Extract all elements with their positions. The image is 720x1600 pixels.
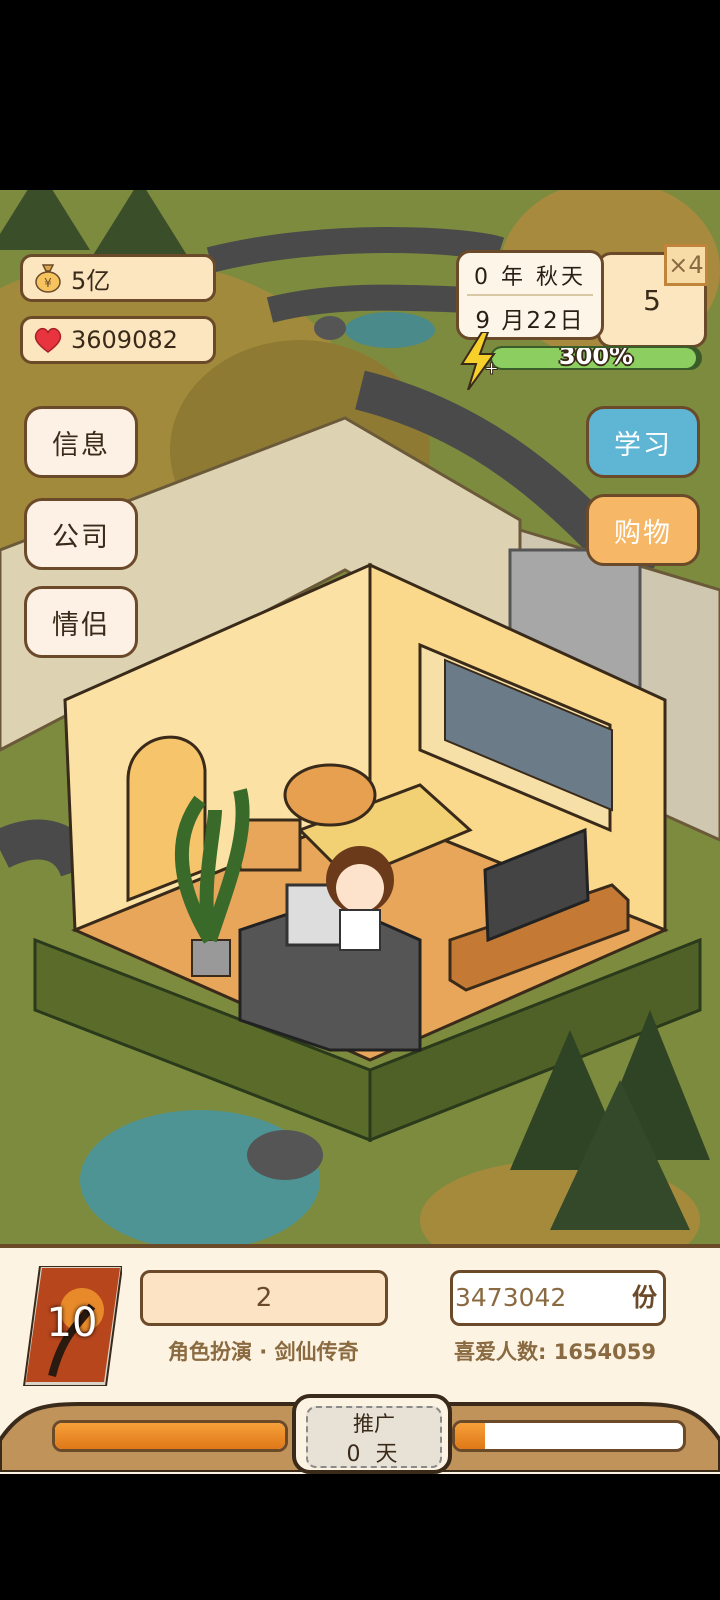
speed-multiplier-button[interactable]: ×4 <box>664 244 708 286</box>
company-button[interactable]: 公司 <box>24 498 138 570</box>
svg-text:¥: ¥ <box>44 276 52 290</box>
money-display: ¥ 5亿 <box>20 254 216 302</box>
hearts-display: 3609082 <box>20 316 216 364</box>
date-display: 0 年 秋天 9 月22日 <box>456 250 604 340</box>
svg-text:+: + <box>484 358 499 379</box>
month-day: 9 月22日 <box>475 308 585 334</box>
promotion-title: 推广 <box>353 1412 395 1436</box>
left-progress-bar <box>52 1420 288 1452</box>
money-value: 5亿 <box>71 266 111 295</box>
work-count-field: 2 <box>140 1270 388 1326</box>
promotion-button[interactable]: 推广 0 天 <box>292 1394 452 1474</box>
work-title: 角色扮演 · 剑仙传奇 <box>168 1340 359 1364</box>
fans-count: 喜爱人数: 1654059 <box>454 1340 656 1364</box>
lightning-plus-icon[interactable]: + <box>460 331 500 391</box>
partner-button[interactable]: 情侣 <box>24 586 138 658</box>
energy-label: 300% <box>558 346 634 370</box>
copies-unit: 份 <box>631 1283 657 1312</box>
left-progress-fill <box>55 1423 285 1449</box>
date-divider <box>467 294 593 296</box>
copies-value: 3473042 <box>455 1283 567 1312</box>
speed-value: 5 <box>643 283 661 317</box>
book-number: 10 <box>46 1300 98 1346</box>
right-progress-bar <box>452 1420 686 1452</box>
money-bag-icon: ¥ <box>33 263 63 293</box>
shop-button[interactable]: 购物 <box>586 494 700 566</box>
copies-field: 3473042 份 <box>450 1270 666 1326</box>
promotion-inner: 推广 0 天 <box>306 1406 442 1468</box>
heart-icon <box>33 325 63 355</box>
info-button[interactable]: 信息 <box>24 406 138 478</box>
hearts-value: 3609082 <box>71 326 178 354</box>
promotion-days: 0 天 <box>346 1442 402 1467</box>
study-button[interactable]: 学习 <box>586 406 700 478</box>
year-season: 0 年 秋天 <box>474 265 586 290</box>
right-progress-fill <box>455 1423 485 1449</box>
energy-bar: 300% <box>490 346 702 370</box>
